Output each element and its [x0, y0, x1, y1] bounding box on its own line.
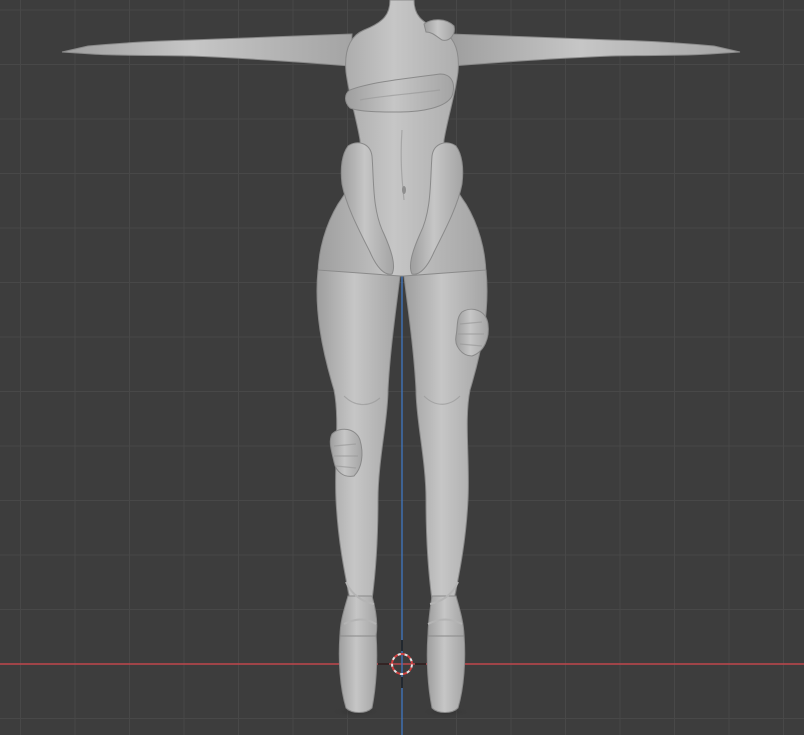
right-platform-shoe: [426, 633, 466, 713]
left-platform-shoe: [338, 633, 378, 713]
3d-viewport[interactable]: [0, 0, 804, 735]
navel: [402, 186, 406, 194]
